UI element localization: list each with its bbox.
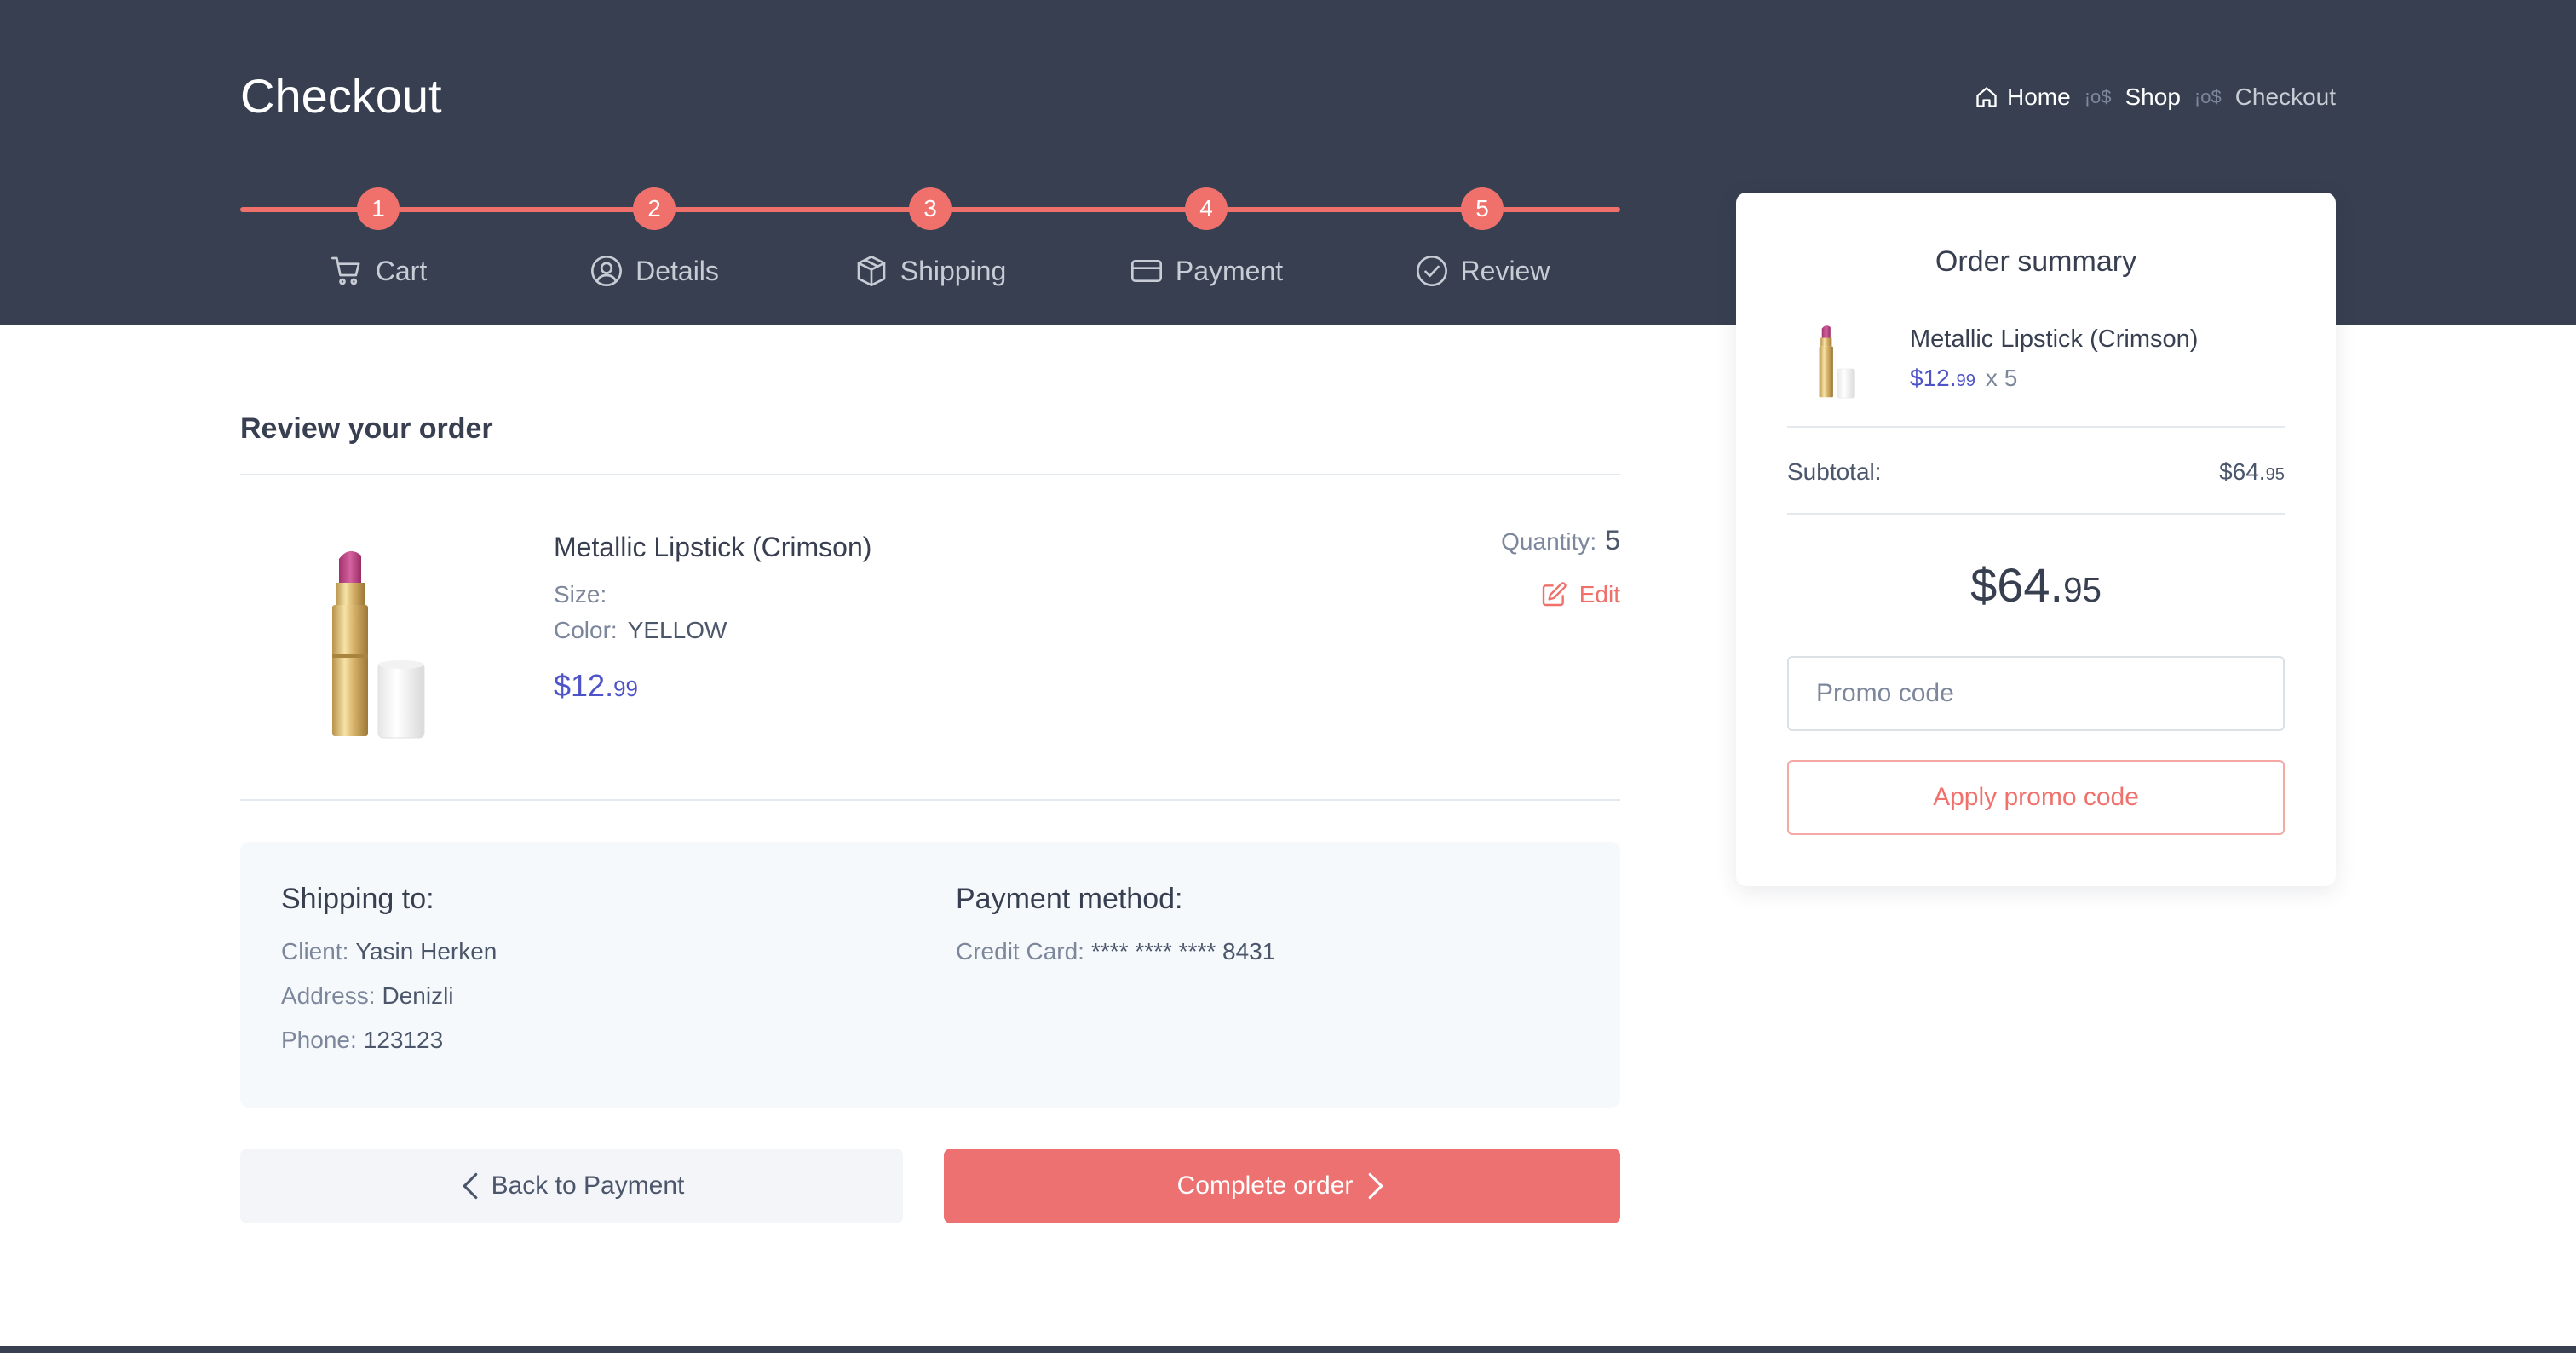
step-number: 1	[357, 187, 400, 230]
review-heading: Review your order	[240, 412, 493, 445]
back-to-payment-button[interactable]: Back to Payment	[240, 1149, 903, 1223]
phone-label: Phone:	[281, 1027, 357, 1053]
subtotal-label: Subtotal:	[1787, 458, 1882, 485]
summary-product-price: $12.99 x 5	[1910, 365, 2017, 392]
quantity-label: Quantity:	[1501, 528, 1597, 555]
phone-row: Phone: 123123	[281, 1027, 497, 1054]
breadcrumb-separator: ¡o$	[2084, 86, 2112, 107]
divider	[1787, 426, 2285, 428]
address-label: Address:	[281, 982, 376, 1009]
step-label: Cart	[375, 255, 428, 286]
summary-price-cents: 99	[1956, 371, 1975, 390]
product-image[interactable]	[307, 545, 443, 750]
client-value: Yasin Herken	[355, 938, 497, 964]
color-value: YELLOW	[627, 617, 727, 643]
product-size: Size:	[554, 581, 607, 608]
edit-icon	[1542, 582, 1567, 607]
order-summary-title: Order summary	[1935, 245, 2137, 278]
step-details[interactable]: 2 Details	[516, 187, 792, 288]
footer-bar	[0, 1346, 2576, 1353]
divider	[240, 474, 1620, 475]
checkout-steps: 1 Cart 2 Details 3 Shipping 4 Payment 5 …	[240, 187, 1620, 307]
address-value: Denizli	[382, 982, 454, 1009]
cart-icon	[331, 256, 360, 285]
summary-product-image[interactable]	[1809, 322, 1862, 404]
card-label: Credit Card:	[956, 938, 1084, 964]
quantity-value: 5	[1605, 525, 1620, 556]
step-number: 5	[1461, 187, 1504, 230]
step-cart[interactable]: 1 Cart	[240, 187, 516, 288]
breadcrumb-current: Checkout	[2234, 83, 2336, 110]
complete-order-button[interactable]: Complete order	[944, 1149, 1620, 1223]
payment-heading: Payment method:	[956, 883, 1183, 915]
shipping-heading: Shipping to:	[281, 883, 434, 915]
step-label: Details	[635, 255, 719, 286]
breadcrumb-home-label: Home	[2007, 83, 2071, 110]
subtotal-main: $64.	[2219, 458, 2266, 485]
color-label: Color:	[554, 617, 618, 643]
product-name[interactable]: Metallic Lipstick (Crimson)	[554, 532, 871, 563]
edit-button[interactable]: Edit	[1540, 581, 1620, 608]
step-review[interactable]: 5 Review	[1344, 187, 1620, 288]
step-label: Shipping	[900, 255, 1007, 286]
client-label: Client:	[281, 938, 349, 964]
step-number: 3	[909, 187, 952, 230]
address-row: Address: Denizli	[281, 982, 497, 1010]
chevron-left-icon	[463, 1172, 477, 1200]
breadcrumb-separator: ¡o$	[2194, 86, 2222, 107]
price-cents: 99	[613, 677, 638, 701]
breadcrumb-home[interactable]: Home	[1975, 83, 2071, 111]
breadcrumb: Home ¡o$ Shop ¡o$ Checkout	[1975, 83, 2336, 111]
home-icon	[1976, 87, 1997, 107]
apply-promo-button[interactable]: Apply promo code	[1787, 760, 2285, 835]
subtotal-cents: 95	[2265, 465, 2285, 484]
lipstick-thumbnail	[1819, 325, 1855, 399]
total-main: $64.	[1970, 558, 2064, 612]
summary-product-name[interactable]: Metallic Lipstick (Crimson)	[1910, 325, 2198, 354]
promo-code-input[interactable]	[1787, 656, 2285, 731]
credit-card-icon	[1130, 260, 1162, 282]
step-shipping[interactable]: 3 Shipping	[792, 187, 1068, 288]
divider	[240, 799, 1620, 801]
step-number: 2	[633, 187, 676, 230]
user-circle-icon	[591, 256, 623, 286]
package-icon	[857, 256, 886, 286]
client-row: Client: Yasin Herken	[281, 938, 497, 965]
product-price: $12.99	[554, 668, 638, 704]
product-color: Color: YELLOW	[554, 617, 727, 644]
divider	[1787, 513, 2285, 515]
lipstick-image	[332, 550, 425, 739]
product-quantity: Quantity: 5	[1501, 525, 1620, 556]
shipping-info: Shipping to: Client: Yasin Herken Address…	[281, 883, 497, 1071]
order-info-box: Shipping to: Client: Yasin Herken Address…	[240, 842, 1620, 1108]
back-label: Back to Payment	[491, 1172, 685, 1200]
step-label: Review	[1460, 255, 1550, 286]
step-number: 4	[1185, 187, 1228, 230]
order-summary-card: Order summary Metallic Lipstick (Crimson…	[1736, 193, 2336, 886]
total-cents: 95	[2063, 570, 2102, 609]
page-title: Checkout	[240, 69, 442, 123]
size-label: Size:	[554, 581, 607, 607]
subtotal-value: $64.95	[2219, 458, 2285, 486]
step-payment[interactable]: 4 Payment	[1068, 187, 1344, 288]
chevron-right-icon	[1369, 1172, 1383, 1200]
edit-label: Edit	[1578, 581, 1620, 607]
phone-value: 123123	[363, 1027, 444, 1053]
breadcrumb-shop[interactable]: Shop	[2125, 83, 2181, 111]
card-value: **** **** **** 8431	[1090, 938, 1276, 964]
check-circle-icon	[1416, 256, 1447, 286]
price-main: $12.	[554, 668, 614, 703]
summary-quantity: x 5	[1985, 365, 2018, 391]
step-label: Payment	[1175, 255, 1284, 286]
card-row: Credit Card: **** **** **** 8431	[956, 938, 1275, 965]
summary-price-main: $12.	[1910, 365, 1957, 391]
payment-info: Payment method: Credit Card: **** **** **…	[956, 883, 1275, 982]
complete-label: Complete order	[1176, 1172, 1354, 1200]
order-total: $64.95	[1736, 557, 2336, 613]
